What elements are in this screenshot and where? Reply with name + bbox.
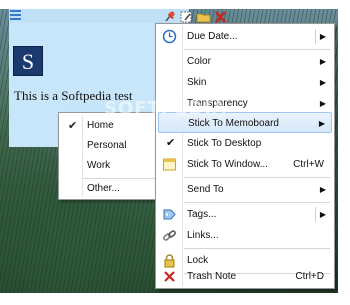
edit-icon[interactable] — [179, 10, 194, 24]
menu-item-label: Stick To Desktop — [187, 138, 262, 149]
menu-item-stick-to-memoboard[interactable]: Stick To Memoboard ▶ — [158, 112, 332, 133]
submenu-arrow-icon: ▶ — [319, 185, 326, 194]
folder-icon[interactable] — [196, 10, 211, 24]
menu-item-stick-to-desktop[interactable]: ✔ Stick To Desktop — [158, 133, 332, 154]
menu-item-divider — [315, 29, 316, 44]
menu-item-label: Trash Note — [187, 271, 237, 282]
menu-separator — [184, 202, 330, 203]
trash-icon — [162, 269, 177, 284]
submenu-item-other[interactable]: Other... — [59, 179, 160, 199]
menu-item-transparency[interactable]: Transparency ▶ — [158, 93, 332, 114]
check-icon: ✔ — [166, 137, 176, 149]
menu-item-stick-to-window[interactable]: Stick To Window... Ctrl+W — [158, 154, 332, 175]
menu-item-label: Links... — [187, 230, 219, 241]
menu-item-label: Tags... — [187, 209, 217, 220]
clock-icon — [162, 29, 177, 44]
submenu-item-work[interactable]: Work — [59, 156, 160, 176]
menu-item-due-date[interactable]: Due Date... ▶ — [158, 26, 332, 47]
link-icon — [162, 228, 177, 243]
frame-top-edge — [0, 0, 350, 9]
menu-item-shortcut: Ctrl+W — [293, 159, 324, 170]
submenu-arrow-icon: ▶ — [319, 57, 326, 66]
submenu-item-home[interactable]: ✔ Home — [59, 116, 160, 136]
submenu-item-label: Work — [87, 160, 111, 171]
submenu-item-label: Other... — [87, 183, 120, 194]
submenu-arrow-icon: ▶ — [319, 210, 326, 219]
submenu-arrow-icon: ▶ — [319, 99, 326, 108]
menu-item-label: Send To — [187, 184, 224, 195]
check-icon: ✔ — [68, 120, 78, 132]
context-menu: Due Date... ▶ Color ▶ Skin ▶ Transparenc… — [155, 23, 335, 289]
submenu-item-personal[interactable]: Personal — [59, 136, 160, 156]
menu-icon[interactable] — [10, 10, 21, 21]
submenu-item-label: Personal — [87, 140, 127, 151]
menu-item-links[interactable]: Links... — [158, 225, 332, 246]
menu-item-label: Stick To Window... — [187, 159, 268, 170]
submenu-arrow-icon: ▶ — [319, 32, 326, 41]
softpedia-logo: S — [13, 46, 43, 76]
menu-separator — [184, 177, 330, 178]
menu-item-label: Stick To Memoboard — [188, 118, 279, 129]
menu-item-trash-note[interactable]: Trash Note Ctrl+D — [158, 266, 332, 287]
submenu-arrow-icon: ▶ — [319, 78, 326, 87]
menu-item-color[interactable]: Color ▶ — [158, 51, 332, 72]
menu-item-label: Color — [187, 56, 211, 67]
menu-separator — [184, 49, 330, 50]
note-text[interactable]: This is a Softpedia test — [14, 88, 132, 104]
memoboard-submenu: ✔ Home Personal Work Other... — [58, 112, 161, 200]
close-icon[interactable] — [213, 10, 228, 24]
menu-item-divider — [315, 207, 316, 222]
menu-item-label: Skin — [187, 77, 207, 88]
submenu-arrow-icon: ▶ — [318, 119, 325, 128]
menu-item-skin[interactable]: Skin ▶ — [158, 72, 332, 93]
tag-icon — [162, 207, 177, 222]
menu-item-shortcut: Ctrl+D — [295, 271, 324, 282]
window-icon — [162, 157, 177, 172]
menu-item-tags[interactable]: Tags... ▶ — [158, 204, 332, 225]
frame-right-edge — [338, 0, 350, 305]
menu-item-label: Due Date... — [187, 31, 238, 42]
menu-separator — [184, 248, 330, 249]
menu-item-label: Transparency — [187, 98, 248, 109]
submenu-item-label: Home — [87, 120, 114, 131]
note-toolbar — [162, 10, 228, 24]
pin-icon[interactable] — [162, 10, 177, 24]
frame-bottom-edge — [0, 293, 350, 305]
menu-item-send-to[interactable]: Send To ▶ — [158, 179, 332, 200]
